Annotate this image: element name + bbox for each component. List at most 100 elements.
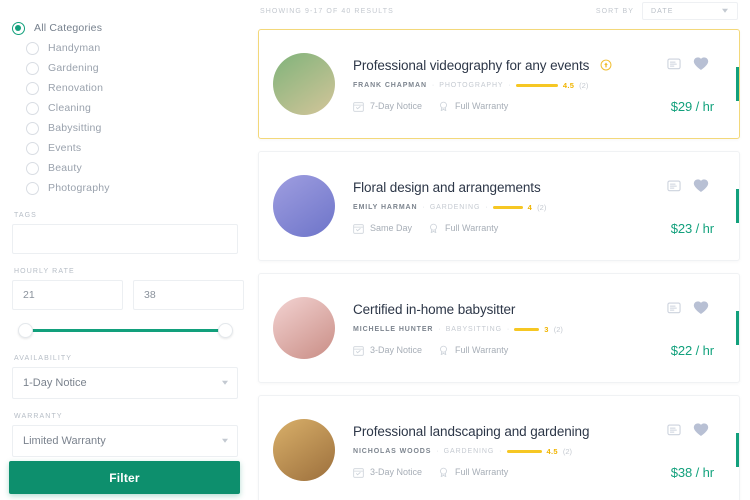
notice-text: Same Day [370, 223, 413, 233]
category-option-beauty[interactable]: Beauty [12, 158, 238, 178]
service-card[interactable]: Professional landscaping and gardening N… [258, 395, 740, 500]
availability-select[interactable]: 1-Day Notice [12, 367, 238, 399]
category-label: Renovation [48, 82, 104, 94]
radio-icon[interactable] [26, 121, 39, 135]
category-option-gardening[interactable]: Gardening [12, 58, 238, 78]
results-panel: SHOWING 9-17 OF 40 RESULTS SORT BY DATE … [250, 0, 750, 500]
favorite-heart-icon[interactable] [693, 178, 709, 193]
radio-icon[interactable] [26, 141, 39, 155]
price-amount: $38 [670, 465, 693, 480]
service-card[interactable]: Certified in-home babysitter MICHELLE HU… [258, 273, 740, 383]
provider-name[interactable]: MICHELLE HUNTER [353, 326, 433, 333]
category-option-events[interactable]: Events [12, 138, 238, 158]
hourly-rate-inputs [12, 280, 244, 310]
provider-name[interactable]: FRANK CHAPMAN [353, 82, 427, 89]
radio-icon[interactable] [26, 81, 39, 95]
service-card-list: Professional videography for any events … [258, 29, 740, 500]
category-tag[interactable]: GARDENING [430, 204, 481, 211]
message-button[interactable] [667, 179, 681, 193]
favorite-button[interactable] [693, 300, 709, 315]
card-title[interactable]: Professional videography for any events [353, 58, 589, 73]
message-icon[interactable] [667, 301, 681, 315]
sort-select[interactable]: DATE [642, 2, 738, 20]
category-option-cleaning[interactable]: Cleaning [12, 98, 238, 118]
category-option-renovation[interactable]: Renovation [12, 78, 238, 98]
card-price: $22 / hr [671, 343, 714, 358]
card-details: 7-Day Notice Full Warranty [353, 101, 723, 112]
filter-button[interactable]: Filter [9, 461, 240, 494]
avatar [273, 419, 335, 481]
sort-by-label: SORT BY [595, 7, 634, 15]
slider-handle-min[interactable] [18, 323, 33, 338]
notice-detail: 3-Day Notice [353, 345, 422, 356]
rating-value: 4 [527, 202, 533, 212]
category-option-babysitting[interactable]: Babysitting [12, 118, 238, 138]
card-actions [667, 178, 709, 193]
message-button[interactable] [667, 301, 681, 315]
notice-text: 3-Day Notice [370, 467, 423, 477]
favorite-button[interactable] [693, 422, 709, 437]
tags-label: TAGS [14, 212, 37, 219]
service-card[interactable]: Floral design and arrangements EMILY HAR… [258, 151, 740, 261]
radio-icon[interactable] [26, 61, 39, 75]
radio-icon[interactable] [26, 101, 39, 115]
availability-label: AVAILABILITY [14, 355, 73, 362]
hourly-rate-max-input[interactable] [133, 280, 244, 310]
radio-icon[interactable] [26, 161, 39, 175]
message-icon[interactable] [667, 179, 681, 193]
warranty-select[interactable]: Limited Warranty [12, 425, 238, 457]
radio-icon[interactable] [26, 41, 39, 55]
meta-separator: · [508, 81, 511, 89]
price-amount: $22 [670, 343, 693, 358]
hourly-rate-slider[interactable] [12, 321, 238, 341]
chevron-down-icon [722, 8, 728, 13]
card-title[interactable]: Certified in-home babysitter [353, 302, 515, 317]
tags-input[interactable] [12, 224, 238, 254]
favorite-button[interactable] [693, 178, 709, 193]
favorite-heart-icon[interactable] [693, 300, 709, 315]
meta-separator: · [431, 81, 435, 89]
hourly-rate-label: HOURLY RATE [14, 268, 75, 275]
favorite-heart-icon[interactable] [693, 422, 709, 437]
category-option-photography[interactable]: Photography [12, 178, 238, 198]
meta-separator: · [436, 447, 439, 455]
warranty-detail: Full Warranty [428, 223, 498, 234]
card-title[interactable]: Professional landscaping and gardening [353, 424, 589, 439]
warranty-text: Full Warranty [455, 101, 509, 111]
review-count: (2) [562, 446, 573, 456]
provider-name[interactable]: NICHOLAS WOODS [353, 448, 431, 455]
radio-icon[interactable] [26, 181, 39, 195]
card-title[interactable]: Floral design and arrangements [353, 180, 541, 195]
warranty-detail: Full Warranty [438, 467, 508, 478]
slider-handle-max[interactable] [218, 323, 233, 338]
message-button[interactable] [667, 57, 681, 71]
hourly-rate-min-input[interactable] [12, 280, 123, 310]
message-button[interactable] [667, 423, 681, 437]
card-price: $23 / hr [671, 221, 714, 236]
availability-value: 1-Day Notice [23, 377, 87, 389]
favorite-button[interactable] [693, 56, 709, 71]
message-icon[interactable] [667, 57, 681, 71]
category-tag[interactable]: BABYSITTING [446, 326, 502, 333]
service-card[interactable]: Professional videography for any events … [258, 29, 740, 139]
rating-stars-icon [492, 205, 523, 209]
warranty-badge-icon [430, 223, 437, 233]
service-listing-page: All Categories Handyman Gardening Renovatio… [0, 0, 750, 500]
message-icon[interactable] [667, 423, 681, 437]
category-label: Photography [48, 182, 110, 194]
provider-name[interactable]: EMILY HARMAN [353, 204, 417, 211]
price-amount: $29 [670, 99, 693, 114]
category-option-all-categories[interactable]: All Categories [12, 18, 238, 38]
favorite-heart-icon[interactable] [693, 56, 709, 71]
warranty-detail: Full Warranty [438, 101, 508, 112]
slider-fill [20, 329, 225, 332]
category-option-handyman[interactable]: Handyman [12, 38, 238, 58]
category-label: Beauty [48, 162, 82, 174]
warranty-text: Full Warranty [455, 467, 509, 477]
calendar-icon [353, 345, 364, 356]
filters-sidebar: All Categories Handyman Gardening Renovatio… [0, 0, 250, 500]
category-tag[interactable]: PHOTOGRAPHY [439, 82, 503, 89]
category-tag[interactable]: GARDENING [444, 448, 495, 455]
radio-icon[interactable] [12, 21, 25, 35]
category-label: Cleaning [48, 102, 92, 114]
